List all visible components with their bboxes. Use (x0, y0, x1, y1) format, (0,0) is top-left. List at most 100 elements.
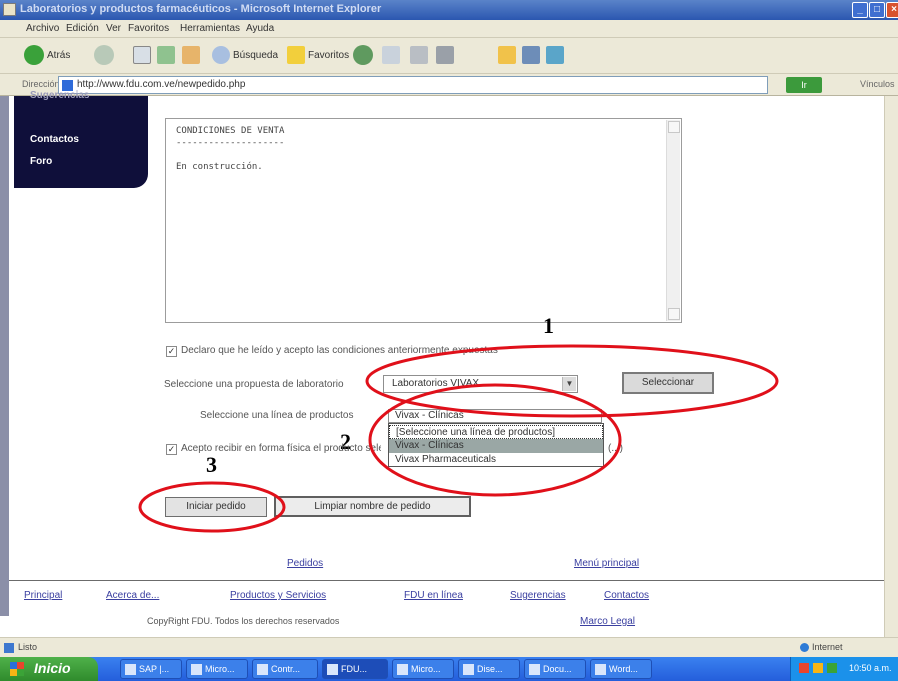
taskbar-item-label: Contr... (271, 664, 301, 674)
taskbar-item-active[interactable]: FDU... (322, 659, 388, 679)
taskbar-item[interactable]: Dise... (458, 659, 520, 679)
print-button[interactable] (410, 44, 428, 66)
links-label[interactable]: Vínculos (860, 79, 895, 89)
tools-button[interactable] (546, 44, 564, 66)
line-select-value: Vivax - Clínicas (395, 410, 464, 421)
taskbar: Inicio SAP |... Micro... Contr... FDU...… (0, 657, 898, 681)
taskbar-item[interactable]: SAP |... (120, 659, 182, 679)
lab-select-value: Laboratorios VIVAX (392, 378, 480, 389)
favorites-button[interactable]: Favoritos (287, 44, 349, 66)
footer-link-principal[interactable]: Principal (24, 590, 62, 601)
scroll-up-arrow-icon[interactable] (668, 121, 680, 133)
url-text: http://www.fdu.com.ve/newpedido.php (77, 79, 246, 90)
ie-icon (3, 3, 16, 16)
forward-button[interactable] (94, 44, 114, 66)
back-button[interactable]: Atrás (24, 44, 70, 66)
side-navigation: Sugerencias Contactos Foro (14, 90, 148, 188)
menu-ayuda[interactable]: Ayuda (246, 23, 274, 34)
lab-select[interactable]: Laboratorios VIVAX ▼ (383, 375, 578, 393)
tray-icon[interactable] (813, 663, 823, 673)
footer-divider (9, 580, 884, 581)
line-dropdown-list: [Seleccione una línea de productos] Viva… (388, 423, 604, 467)
url-input[interactable]: http://www.fdu.com.ve/newpedido.php (58, 76, 768, 94)
messenger-icon (522, 46, 540, 64)
maximize-button[interactable]: □ (869, 2, 885, 18)
tray-icon[interactable] (827, 663, 837, 673)
edit-button[interactable] (436, 44, 454, 66)
app-icon (257, 664, 268, 675)
folder-icon (498, 46, 516, 64)
clear-order-button[interactable]: Limpiar nombre de pedido (274, 496, 471, 517)
footer-link-productos[interactable]: Productos y Servicios (230, 590, 326, 601)
footer-link-sugerencias[interactable]: Sugerencias (510, 590, 566, 601)
browser-toolbar: Atrás Búsqueda Favoritos (0, 38, 898, 74)
start-order-button[interactable]: Iniciar pedido (165, 497, 267, 517)
mail-button[interactable] (382, 44, 400, 66)
menu-favoritos[interactable]: Favoritos (128, 23, 169, 34)
chevron-down-icon[interactable]: ▼ (562, 377, 576, 391)
search-button[interactable]: Búsqueda (212, 44, 278, 66)
menu-edicion[interactable]: Edición (66, 23, 99, 34)
system-tray: 10:50 a.m. (790, 657, 898, 681)
menu-herramientas[interactable]: Herramientas (180, 23, 240, 34)
nav-item-foro[interactable]: Foro (30, 156, 52, 167)
line-select[interactable]: Vivax - Clínicas (388, 409, 602, 423)
menu-ver[interactable]: Ver (106, 23, 121, 34)
select-lab-button[interactable]: Seleccionar (622, 372, 714, 394)
line-option[interactable]: Vivax - Clínicas (389, 439, 603, 453)
terms-textarea[interactable]: CONDICIONES DE VENTA -------------------… (165, 118, 682, 323)
accept-delivery-checkbox[interactable]: ✓ (166, 444, 177, 455)
search-label: Búsqueda (233, 49, 279, 61)
tray-icon[interactable] (799, 663, 809, 673)
minimize-button[interactable]: _ (852, 2, 868, 18)
history-icon (353, 45, 373, 65)
go-button[interactable]: Ir (786, 77, 822, 93)
history-button[interactable] (353, 44, 373, 66)
address-label: Dirección (22, 79, 60, 89)
folder-button[interactable] (498, 44, 516, 66)
taskbar-item-label: Micro... (411, 664, 441, 674)
taskbar-item[interactable]: Micro... (392, 659, 454, 679)
favorites-label: Favoritos (308, 49, 350, 61)
line-option[interactable]: Vivax Pharmaceuticals (389, 453, 603, 467)
start-button[interactable]: Inicio (0, 657, 98, 681)
accept-terms-checkbox[interactable]: ✓ (166, 346, 177, 357)
forward-arrow-icon (94, 45, 114, 65)
taskbar-item[interactable]: Contr... (252, 659, 318, 679)
nav-item-contactos[interactable]: Contactos (30, 134, 79, 145)
taskbar-item[interactable]: Micro... (186, 659, 248, 679)
edit-icon (436, 46, 454, 64)
taskbar-item-label: Docu... (543, 664, 572, 674)
taskbar-item-label: Dise... (477, 664, 503, 674)
stop-button[interactable] (133, 44, 151, 66)
back-arrow-icon (24, 45, 44, 65)
footer-link-acerca[interactable]: Acerca de... (106, 590, 159, 601)
line-option[interactable]: [Seleccione una línea de productos] (389, 425, 603, 439)
nav-item-sugerencias[interactable]: Sugerencias (30, 90, 89, 101)
taskbar-item-label: FDU... (341, 664, 367, 674)
page-done-icon (4, 643, 14, 653)
page-scrollbar[interactable] (884, 96, 898, 637)
window-titlebar: Laboratorios y productos farmacéuticos -… (0, 0, 898, 20)
refresh-icon (157, 46, 175, 64)
legal-link[interactable]: Marco Legal (580, 616, 635, 627)
menu-archivo[interactable]: Archivo (26, 23, 59, 34)
mail-icon (382, 46, 400, 64)
left-decoration (0, 96, 9, 616)
refresh-button[interactable] (157, 44, 175, 66)
taskbar-item-label: Micro... (205, 664, 235, 674)
footer-link-fdu-en-linea[interactable]: FDU en línea (404, 590, 463, 601)
scroll-down-arrow-icon[interactable] (668, 308, 680, 320)
main-menu-link[interactable]: Menú principal (574, 558, 639, 569)
search-icon (212, 46, 230, 64)
start-label: Inicio (34, 660, 71, 676)
home-button[interactable] (182, 44, 200, 66)
taskbar-item[interactable]: Word... (590, 659, 652, 679)
close-button[interactable]: × (886, 2, 898, 18)
messenger-button[interactable] (522, 44, 540, 66)
terms-scrollbar[interactable] (666, 120, 680, 321)
menu-bar: Archivo Edición Ver Favoritos Herramient… (0, 20, 898, 38)
pedidos-link[interactable]: Pedidos (287, 558, 323, 569)
footer-link-contactos[interactable]: Contactos (604, 590, 649, 601)
taskbar-item[interactable]: Docu... (524, 659, 586, 679)
